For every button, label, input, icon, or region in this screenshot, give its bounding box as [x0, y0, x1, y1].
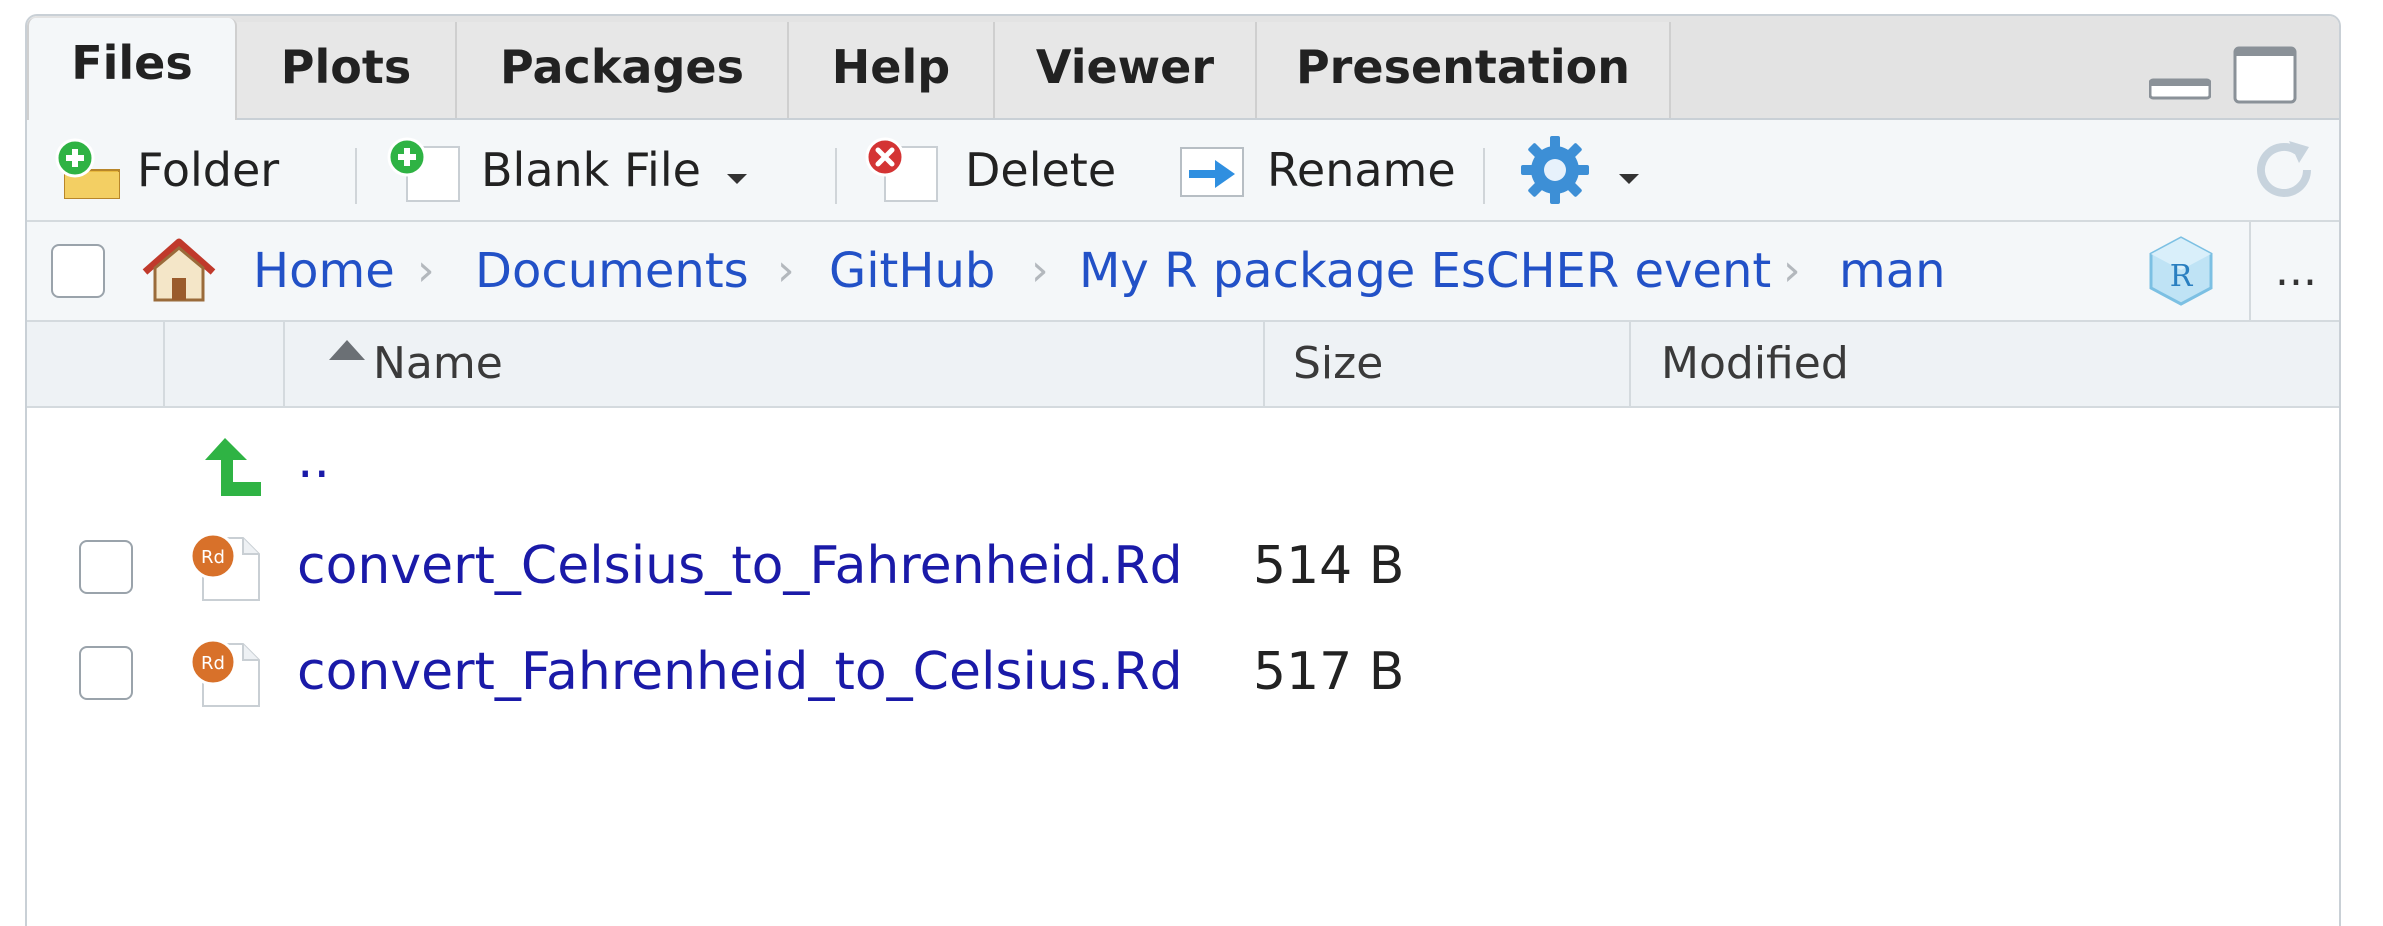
parent-directory-link[interactable]: .. — [297, 430, 330, 490]
delete-button[interactable]: Delete — [863, 120, 1116, 220]
chevron-down-icon — [1617, 143, 1641, 197]
tab-viewer[interactable]: Viewer — [995, 22, 1257, 118]
column-modified-label: Modified — [1661, 338, 1849, 389]
breadcrumb-divider — [2249, 222, 2251, 320]
table-row: Rd convert_Celsius_to_Fahrenheid.Rd 514 … — [27, 516, 2339, 620]
file-size: 514 B — [1253, 536, 1405, 596]
rename-icon — [1175, 140, 1247, 200]
toolbar-divider — [835, 148, 837, 204]
breadcrumb-separator: › — [777, 245, 795, 296]
new-file-icon — [385, 137, 465, 203]
breadcrumb-separator: › — [417, 245, 435, 296]
new-folder-button[interactable]: Folder — [55, 120, 279, 220]
breadcrumb-home[interactable]: Home — [253, 222, 395, 320]
tab-packages[interactable]: Packages — [457, 22, 789, 118]
svg-text:R: R — [2170, 259, 2194, 294]
more-actions-button[interactable] — [1517, 120, 1641, 220]
tab-files[interactable]: Files — [27, 18, 237, 120]
rename-label: Rename — [1267, 143, 1456, 197]
tab-help[interactable]: Help — [789, 22, 995, 118]
rd-file-icon: Rd — [189, 528, 265, 604]
refresh-icon — [2249, 135, 2319, 205]
gear-icon — [1517, 132, 1593, 208]
breadcrumb-separator: › — [1031, 245, 1049, 296]
up-arrow-icon — [195, 430, 267, 502]
column-name[interactable]: Name — [285, 322, 1265, 406]
toolbar-divider — [355, 148, 357, 204]
rd-file-icon: Rd — [189, 634, 265, 710]
r-project-icon[interactable]: R — [2145, 234, 2217, 308]
breadcrumb-github[interactable]: GitHub — [829, 222, 995, 320]
file-size: 517 B — [1253, 642, 1405, 702]
more-button[interactable]: ... — [2275, 222, 2317, 320]
parent-directory-row[interactable]: .. — [27, 410, 2339, 514]
row-checkbox[interactable] — [79, 646, 133, 700]
toolbar-divider — [1483, 148, 1485, 204]
breadcrumb-package[interactable]: My R package EsCHER event — [1079, 222, 1771, 320]
tab-bar: Files Plots Packages Help Viewer Present… — [27, 16, 2339, 120]
refresh-button[interactable] — [2249, 120, 2319, 220]
delete-label: Delete — [965, 143, 1117, 197]
tab-plots[interactable]: Plots — [237, 22, 457, 118]
file-name-link[interactable]: convert_Fahrenheid_to_Celsius.Rd — [297, 642, 1183, 702]
row-checkbox[interactable] — [79, 540, 133, 594]
column-name-label: Name — [373, 338, 503, 389]
tab-presentation[interactable]: Presentation — [1257, 22, 1671, 118]
file-name-link[interactable]: convert_Celsius_to_Fahrenheid.Rd — [297, 536, 1183, 596]
column-checkbox — [27, 322, 165, 406]
breadcrumb-separator: › — [1783, 245, 1801, 296]
column-size[interactable]: Size — [1265, 322, 1631, 406]
new-folder-label: Folder — [137, 143, 280, 197]
new-folder-icon — [55, 138, 123, 202]
rename-button[interactable]: Rename — [1175, 120, 1456, 220]
delete-icon — [863, 137, 943, 203]
column-modified[interactable]: Modified — [1631, 322, 2339, 406]
column-icon — [165, 322, 285, 406]
svg-text:Rd: Rd — [201, 653, 225, 674]
breadcrumb-man[interactable]: man — [1839, 222, 1946, 320]
select-all-checkbox[interactable] — [51, 244, 105, 298]
table-row: Rd convert_Fahrenheid_to_Celsius.Rd 517 … — [27, 620, 2339, 724]
files-pane: Files Plots Packages Help Viewer Present… — [25, 14, 2341, 926]
breadcrumb-documents[interactable]: Documents — [475, 222, 749, 320]
maximize-icon[interactable] — [2233, 46, 2297, 104]
chevron-down-icon — [725, 143, 749, 197]
files-toolbar: Folder Blank File Delete Rename — [27, 120, 2339, 222]
svg-text:Rd: Rd — [201, 547, 225, 568]
new-blank-file-button[interactable]: Blank File — [385, 120, 749, 220]
file-table-header: Name Size Modified — [27, 322, 2339, 408]
breadcrumb: Home › Documents › GitHub › My R package… — [27, 222, 2339, 322]
column-size-label: Size — [1293, 338, 1384, 389]
minimize-icon[interactable] — [2148, 76, 2212, 102]
blank-file-label: Blank File — [481, 143, 701, 197]
home-icon[interactable] — [139, 236, 219, 306]
